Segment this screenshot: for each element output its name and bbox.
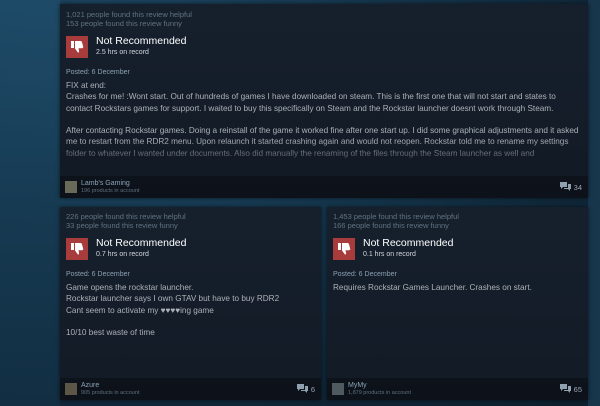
helpful-count: 1,021 people found this review helpful — [66, 10, 192, 19]
verdict-title: Not Recommended — [96, 35, 187, 47]
thumbs-down-icon — [333, 237, 355, 260]
review-footer: Azure 905 products in account 6 — [60, 378, 321, 400]
text-fade — [60, 140, 588, 176]
verdict-header[interactable]: Not Recommended 0.7 hrs on record — [66, 237, 315, 260]
thumbs-down-icon — [66, 35, 88, 58]
funny-count: 33 people found this review funny — [66, 221, 178, 230]
hours-on-record: 0.7 hrs on record — [96, 251, 149, 258]
funny-count: 153 people found this review funny — [66, 19, 182, 28]
review-text[interactable]: Game opens the rockstar launcher. Rockst… — [66, 282, 315, 338]
author-name[interactable]: Lamb's Gaming — [81, 180, 139, 188]
hours-on-record: 2.5 hrs on record — [96, 49, 149, 56]
helpful-count: 226 people found this review helpful — [66, 212, 186, 221]
comment-bubble-icon — [559, 178, 571, 196]
review-card-3: 1,453 people found this review helpful 1… — [327, 207, 588, 400]
review-footer: MyMy 1,879 products in account 65 — [327, 378, 588, 400]
review-card-2: 226 people found this review helpful 33 … — [60, 207, 321, 400]
posted-date: Posted: 6 December — [333, 271, 397, 278]
verdict-title: Not Recommended — [96, 237, 187, 249]
verdict-title: Not Recommended — [363, 237, 454, 249]
comment-count: 6 — [310, 384, 315, 394]
helpful-count: 1,453 people found this review helpful — [333, 212, 459, 221]
review-text[interactable]: Requires Rockstar Games Launcher. Crashe… — [333, 282, 582, 293]
comments-link[interactable]: 6 — [296, 380, 315, 398]
comment-bubble-icon — [296, 380, 308, 398]
author-products: 905 products in account — [81, 389, 140, 396]
avatar[interactable] — [65, 383, 77, 395]
author-name[interactable]: Azure — [81, 382, 139, 390]
comment-count: 34 — [573, 182, 582, 192]
author-products: 196 products in account — [81, 187, 140, 194]
avatar[interactable] — [332, 383, 344, 395]
comment-count: 65 — [573, 384, 582, 394]
verdict-header[interactable]: Not Recommended 0.1 hrs on record — [333, 237, 582, 260]
comments-link[interactable]: 34 — [559, 178, 582, 196]
funny-count: 166 people found this review funny — [333, 221, 449, 230]
page-background-left — [0, 0, 60, 406]
avatar[interactable] — [65, 181, 77, 193]
page-background-right — [588, 0, 600, 406]
posted-date: Posted: 6 December — [66, 69, 130, 76]
posted-date: Posted: 6 December — [66, 271, 130, 278]
hours-on-record: 0.1 hrs on record — [363, 251, 416, 258]
verdict-header[interactable]: Not Recommended 2.5 hrs on record — [66, 35, 582, 58]
thumbs-down-icon — [66, 237, 88, 260]
comments-link[interactable]: 65 — [559, 380, 582, 398]
author-name[interactable]: MyMy — [348, 382, 411, 390]
author-products: 1,879 products in account — [348, 389, 411, 396]
review-footer: Lamb's Gaming 196 products in account 34 — [60, 176, 588, 198]
comment-bubble-icon — [559, 380, 571, 398]
review-card-1: 1,021 people found this review helpful 1… — [60, 4, 588, 198]
